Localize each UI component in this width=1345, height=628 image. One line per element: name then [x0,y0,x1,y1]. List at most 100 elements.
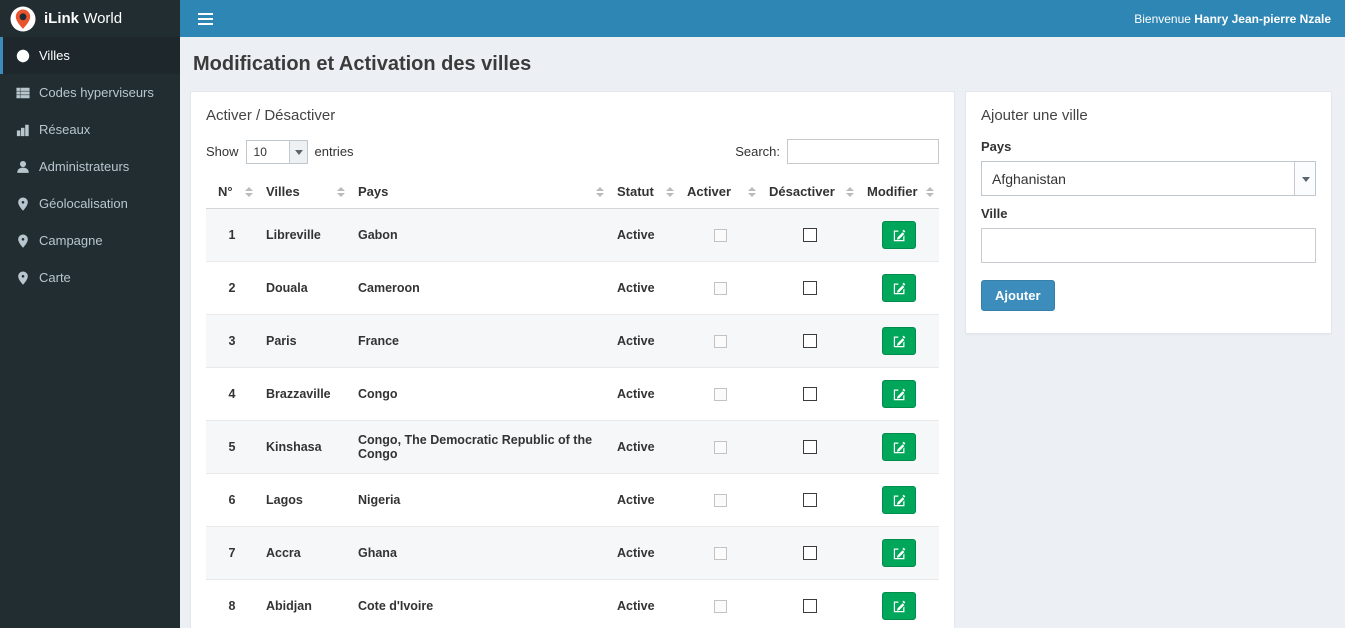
modifier-button[interactable] [882,539,916,567]
modifier-button[interactable] [882,486,916,514]
sidebar-item-geolocalisation: Géolocalisation [0,185,180,222]
desactiver-checkbox[interactable] [803,440,817,455]
table-row: 7 Accra Ghana Active [206,526,939,580]
activer-checkbox [713,388,727,402]
sidebar-toggle-button[interactable] [194,7,217,31]
pays-cell: Ghana [350,526,609,580]
column-header-desactiver[interactable]: Désactiver [761,175,859,209]
sidebar-item-label: Villes [39,48,70,63]
row-number: 5 [206,420,258,474]
modifier-button[interactable] [882,380,916,408]
activer-checkbox [713,335,727,349]
pays-cell: Cote d'Ivoire [350,579,609,628]
ville-input[interactable] [981,228,1316,263]
main-content: Modification et Activation des villes Ac… [180,37,1345,628]
row-number: 1 [206,208,258,262]
page-length-select[interactable]: 10 [245,139,308,164]
modifier-button[interactable] [882,221,916,249]
row-number: 3 [206,314,258,368]
pays-cell: Nigeria [350,473,609,527]
pays-select[interactable]: Afghanistan [981,161,1316,196]
globe-icon [15,48,30,63]
sidebar-item-reseaux: Réseaux [0,111,180,148]
activer-checkbox [713,494,727,508]
row-number: 7 [206,526,258,580]
activer-checkbox [713,547,727,561]
sidebar-link-geolocalisation[interactable]: Géolocalisation [0,185,180,222]
ville-label: Ville [981,206,1008,221]
table-row: 4 Brazzaville Congo Active [206,367,939,421]
activer-desactiver-panel: Activer / Désactiver Show 10 entries Sea… [190,91,955,628]
sort-icon [748,187,756,197]
statut-cell: Active [609,526,679,580]
desactiver-checkbox[interactable] [803,546,817,561]
row-number: 8 [206,579,258,628]
sidebar-link-administrateurs[interactable]: Administrateurs [0,148,180,185]
column-header-villes[interactable]: Villes [258,175,350,209]
ajouter-button[interactable]: Ajouter [981,280,1055,311]
statut-cell: Active [609,261,679,315]
column-header-num[interactable]: N° [206,175,258,209]
activer-checkbox [713,441,727,455]
desactiver-checkbox[interactable] [803,281,817,296]
desactiver-checkbox[interactable] [803,334,817,349]
modifier-button[interactable] [882,274,916,302]
page-length-control: Show 10 entries [206,139,354,164]
edit-icon [893,494,905,506]
sidebar-item-administrateurs: Administrateurs [0,148,180,185]
column-header-statut[interactable]: Statut [609,175,679,209]
edit-icon [893,335,905,347]
modifier-button[interactable] [882,327,916,355]
statut-cell: Active [609,314,679,368]
top-navbar: iLink World Bienvenue Hanry Jean-pierre … [0,0,1345,37]
villes-table: N° Villes Pays Statut Activer Désactiver… [206,175,939,628]
show-label: Show [206,144,239,159]
activer-checkbox [713,600,727,614]
desactiver-checkbox[interactable] [803,493,817,508]
sidebar-link-campagne[interactable]: Campagne [0,222,180,259]
sidebar-link-carte[interactable]: Carte [0,259,180,296]
search-input[interactable] [787,139,939,164]
pays-cell: Gabon [350,208,609,262]
table-body: 1 Libreville Gabon Active 2 Douala Camer… [206,208,939,628]
column-header-activer[interactable]: Activer [679,175,761,209]
welcome-text[interactable]: Bienvenue Hanry Jean-pierre Nzale [1134,12,1331,26]
modifier-button[interactable] [882,433,916,461]
table-row: 6 Lagos Nigeria Active [206,473,939,527]
bar-chart-icon [15,122,30,137]
sort-icon [926,187,934,197]
ville-cell: Paris [258,314,350,368]
sort-icon [666,187,674,197]
sidebar-menu: Villes Codes hyperviseurs Réseaux Admini… [0,37,180,296]
brand-text: iLink World [44,10,122,27]
statut-cell: Active [609,208,679,262]
brand[interactable]: iLink World [0,0,180,37]
ville-cell: Lagos [258,473,350,527]
activer-checkbox [713,282,727,296]
pays-select-wrap: Afghanistan [981,161,1316,196]
row-number: 6 [206,473,258,527]
desactiver-checkbox[interactable] [803,228,817,243]
sidebar-link-villes[interactable]: Villes [0,37,180,74]
sidebar-item-carte: Carte [0,259,180,296]
statut-cell: Active [609,579,679,628]
desactiver-checkbox[interactable] [803,599,817,614]
ville-cell: Libreville [258,208,350,262]
desactiver-checkbox[interactable] [803,387,817,402]
welcome-prefix: Bienvenue [1134,11,1195,26]
sidebar-item-codes-hyperviseurs: Codes hyperviseurs [0,74,180,111]
sidebar-link-reseaux[interactable]: Réseaux [0,111,180,148]
modifier-button[interactable] [882,592,916,620]
table-row: 1 Libreville Gabon Active [206,208,939,262]
table-row: 5 Kinshasa Congo, The Democratic Republi… [206,420,939,474]
column-header-modifier[interactable]: Modifier [859,175,939,209]
datatable-controls: Show 10 entries Search: [206,139,939,164]
sidebar: Villes Codes hyperviseurs Réseaux Admini… [0,37,180,628]
pays-cell: France [350,314,609,368]
column-header-pays[interactable]: Pays [350,175,609,209]
sidebar-link-codes-hyperviseurs[interactable]: Codes hyperviseurs [0,74,180,111]
ville-cell: Abidjan [258,579,350,628]
edit-icon [893,600,905,612]
statut-cell: Active [609,420,679,474]
sort-icon [337,187,345,197]
